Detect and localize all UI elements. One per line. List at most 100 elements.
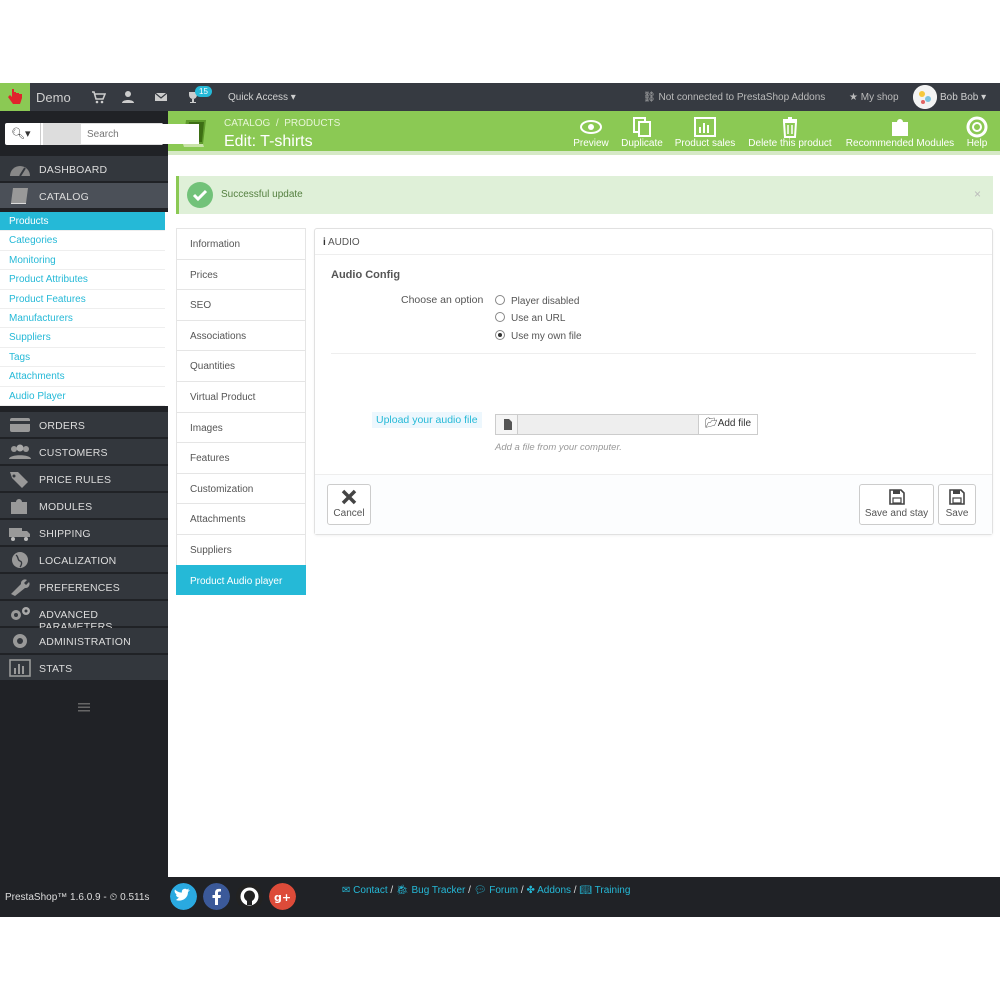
menu-administration[interactable]: ADMINISTRATION <box>0 628 168 654</box>
submenu-manufacturers[interactable]: Manufacturers <box>0 309 165 329</box>
tab-virtual-product[interactable]: Virtual Product <box>176 380 306 412</box>
facebook-icon[interactable] <box>203 883 230 910</box>
link-addons[interactable]: Addons <box>537 885 571 896</box>
tab-information[interactable]: Information <box>176 228 306 259</box>
save-button[interactable]: Save <box>938 484 976 525</box>
add-file-button[interactable]: 📂︎Add file <box>698 415 757 434</box>
save-and-stay-label: Save and stay <box>864 508 929 519</box>
link-contact[interactable]: Contact <box>353 885 387 896</box>
menu-catalog[interactable]: CATALOG <box>0 183 168 209</box>
recommended-modules-button[interactable]: Recommended Modules <box>844 116 956 149</box>
submenu-monitoring[interactable]: Monitoring <box>0 251 165 271</box>
radio-player-disabled[interactable]: Player disabled <box>495 295 579 307</box>
link-training[interactable]: Training <box>595 885 631 896</box>
menu-modules[interactable]: MODULES <box>0 493 168 519</box>
cancel-button[interactable]: Cancel <box>327 484 371 525</box>
search-type-button[interactable]: 🔍︎▾ <box>5 123 41 145</box>
radio-circle[interactable] <box>495 312 505 322</box>
submenu-product-attributes[interactable]: Product Attributes <box>0 270 165 290</box>
mail-icon[interactable] <box>153 89 169 105</box>
wrench-icon <box>11 579 30 596</box>
menu-dashboard[interactable]: DASHBOARD <box>0 156 168 182</box>
delete-product-button[interactable]: Delete this product <box>745 116 835 149</box>
page-title: Edit: T-shirts <box>224 133 313 150</box>
book-link-icon: 📖︎ <box>579 885 593 896</box>
twitter-icon[interactable] <box>170 883 197 910</box>
file-input[interactable]: 📂︎Add file <box>495 414 758 435</box>
menu-orders-label: ORDERS <box>39 420 86 432</box>
submenu-audio-player[interactable]: Audio Player <box>0 387 165 406</box>
tab-associations[interactable]: Associations <box>176 319 306 351</box>
tab-features[interactable]: Features <box>176 442 306 473</box>
lifebuoy-icon <box>966 116 988 138</box>
puzzle-piece-icon <box>11 499 27 514</box>
submenu-attachments[interactable]: Attachments <box>0 367 165 387</box>
product-tabs: Information Prices SEO Associations Quan… <box>176 228 306 596</box>
cog-icon <box>13 634 27 648</box>
menu-stats[interactable]: STATS <box>0 655 168 681</box>
google-plus-icon[interactable]: g+ <box>269 883 296 910</box>
menu-orders[interactable]: ORDERS <box>0 412 168 438</box>
alert-close-button[interactable]: × <box>974 187 981 201</box>
user-name: Bob Bob <box>940 92 979 103</box>
menu-preferences[interactable]: PREFERENCES <box>0 574 168 600</box>
user-menu[interactable]: Bob Bob ▾ <box>940 92 986 103</box>
menu-customers[interactable]: CUSTOMERS <box>0 439 168 465</box>
load-time: 0.511s <box>120 892 150 903</box>
tab-seo[interactable]: SEO <box>176 289 306 320</box>
menu-localization[interactable]: LOCALIZATION <box>0 547 168 573</box>
link-bug-tracker[interactable]: Bug Tracker <box>411 885 465 896</box>
help-button[interactable]: Help <box>964 116 990 149</box>
breadcrumb-catalog[interactable]: CATALOG <box>224 118 270 129</box>
addons-status[interactable]: ⛓ Not connected to PrestaShop Addons <box>643 92 825 103</box>
cart-icon[interactable] <box>90 89 106 105</box>
submenu-tags[interactable]: Tags <box>0 348 165 368</box>
radio-circle[interactable] <box>495 295 505 305</box>
radio-use-url[interactable]: Use an URL <box>495 312 565 324</box>
floppy-disk-icon <box>949 489 965 505</box>
preview-button[interactable]: Preview <box>572 116 610 149</box>
pointer-hand-icon <box>8 89 22 104</box>
submenu-suppliers[interactable]: Suppliers <box>0 328 165 348</box>
tab-prices[interactable]: Prices <box>176 258 306 290</box>
tab-suppliers[interactable]: Suppliers <box>176 533 306 565</box>
preview-label: Preview <box>573 138 609 149</box>
breadcrumb-products[interactable]: PRODUCTS <box>284 118 340 129</box>
help-label: Help <box>966 138 988 149</box>
menu-administration-label: ADMINISTRATION <box>39 636 131 648</box>
menu-shipping-label: SHIPPING <box>39 528 91 540</box>
submenu-products[interactable]: Products <box>0 212 165 232</box>
search-input[interactable] <box>81 124 199 144</box>
top-bar: Demo 15 Quick Access ▾ ⛓ Not connected t… <box>0 83 1000 111</box>
gears-icon <box>11 607 30 620</box>
menu-shipping[interactable]: SHIPPING <box>0 520 168 546</box>
tab-attachments[interactable]: Attachments <box>176 503 306 534</box>
my-shop-link[interactable]: ★ My shop <box>849 92 899 103</box>
tab-product-audio-player[interactable]: Product Audio player <box>176 564 306 596</box>
avatar[interactable] <box>913 85 937 109</box>
product-sales-button[interactable]: Product sales <box>673 116 737 149</box>
quick-access-menu[interactable]: Quick Access ▾ <box>228 92 296 103</box>
footer: g+ ✉ Contact / 🐞︎ Bug Tracker / 💬︎ Forum… <box>168 877 1000 917</box>
radio-use-own-file[interactable]: Use my own file <box>495 330 582 342</box>
github-icon[interactable] <box>236 883 263 910</box>
tab-images[interactable]: Images <box>176 411 306 443</box>
duplicate-icon <box>633 117 651 137</box>
menu-price-rules[interactable]: PRICE RULES <box>0 466 168 492</box>
collapse-menu-icon[interactable] <box>78 703 90 712</box>
envelope-icon: ✉ <box>342 885 351 896</box>
submenu-categories[interactable]: Categories <box>0 231 165 251</box>
tab-customization[interactable]: Customization <box>176 472 306 504</box>
menu-advanced-parameters[interactable]: ADVANCED PARAMETERS <box>0 601 168 633</box>
submenu-product-features[interactable]: Product Features <box>0 290 165 309</box>
save-and-stay-button[interactable]: Save and stay <box>859 484 934 525</box>
logo[interactable] <box>0 83 30 111</box>
radio-circle-checked[interactable] <box>495 330 505 340</box>
recommended-modules-label: Recommended Modules <box>845 138 955 149</box>
tab-quantities[interactable]: Quantities <box>176 350 306 381</box>
alert-message: Successful update <box>221 189 303 200</box>
link-forum[interactable]: Forum <box>489 885 518 896</box>
customer-icon[interactable] <box>120 89 136 105</box>
shop-name[interactable]: Demo <box>36 90 71 105</box>
duplicate-button[interactable]: Duplicate <box>619 116 665 149</box>
